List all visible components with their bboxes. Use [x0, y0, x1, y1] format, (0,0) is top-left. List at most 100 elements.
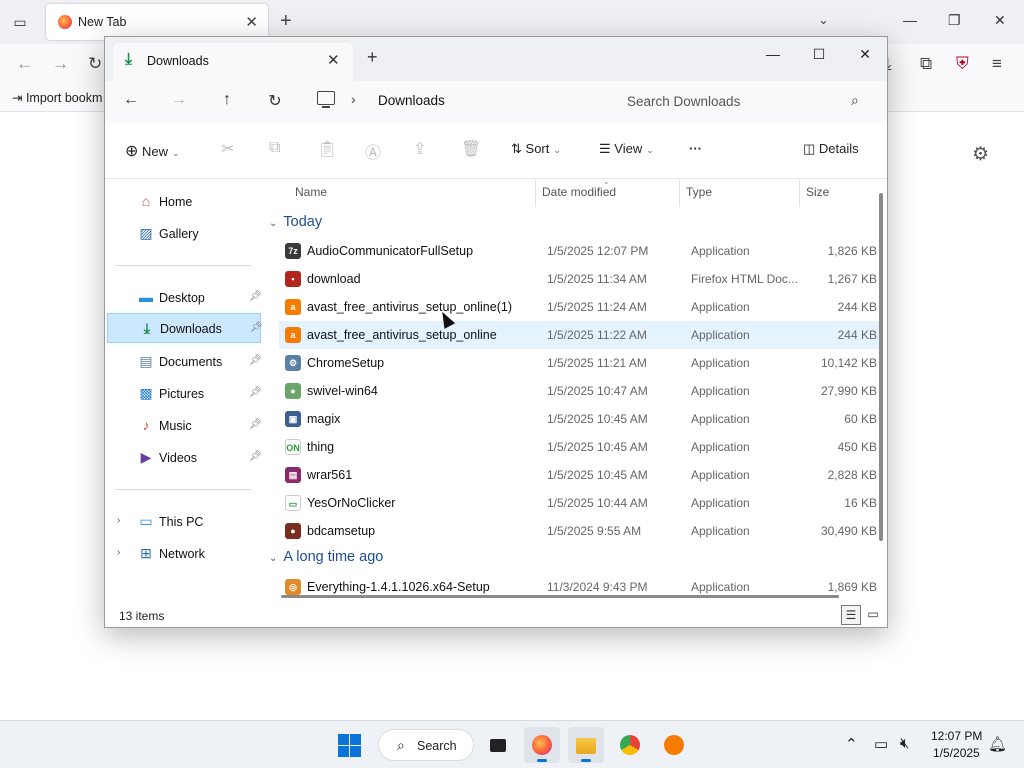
task-view-button[interactable] — [480, 727, 516, 763]
minimize-button[interactable]: — — [903, 12, 917, 28]
volume-muted-icon[interactable]: 🔇︎ — [900, 735, 909, 752]
taskbar-chrome[interactable] — [612, 727, 648, 763]
pin-icon[interactable]: 📌︎ — [249, 387, 262, 398]
nav-item-music[interactable]: ♪ Music 📌︎ — [107, 411, 262, 441]
chevron-down-icon[interactable]: ⌄ — [818, 12, 829, 28]
file-row[interactable]: ▣ magix 1/5/2025 10:45 AM Application 60 KB — [279, 405, 879, 433]
copy-icon[interactable]: ⧉ — [269, 139, 280, 157]
file-row[interactable]: a avast_free_antivirus_setup_online(1) 1/5… — [279, 293, 879, 321]
paste-icon[interactable]: 📋︎ — [317, 139, 337, 159]
import-bookmarks-link[interactable]: ⇥ Import bookm — [12, 90, 102, 105]
pin-icon[interactable]: 📌︎ — [250, 322, 263, 333]
new-tab-button[interactable]: + — [280, 10, 292, 33]
minimize-button[interactable]: — — [753, 41, 793, 67]
column-separator[interactable] — [799, 179, 800, 207]
search-input[interactable]: Search Downloads ⌕ — [613, 85, 879, 117]
nav-item-this-pc[interactable]: › ▭ This PC — [107, 507, 261, 537]
column-separator[interactable] — [535, 179, 536, 207]
gear-icon[interactable]: ⚙ — [972, 143, 989, 166]
tab-list-icon[interactable]: ▭ — [10, 12, 30, 32]
nav-item-desktop[interactable]: ▬ Desktop 📌︎ — [107, 283, 262, 313]
close-window-button[interactable]: ✕ — [845, 41, 885, 67]
nav-item-downloads[interactable]: ⤓ Downloads 📌︎ — [107, 313, 263, 343]
pc-icon[interactable] — [317, 91, 335, 108]
back-icon[interactable]: ← — [16, 54, 33, 74]
network-icon[interactable]: ▭ — [874, 735, 888, 753]
file-type: Application — [691, 496, 750, 510]
close-window-button[interactable]: ✕ — [994, 12, 1006, 29]
group-header-long-ago[interactable]: ⌄ A long time ago — [269, 549, 383, 565]
delete-icon[interactable]: 🗑︎ — [461, 139, 481, 159]
chevron-right-icon[interactable]: › — [117, 515, 120, 526]
details-view-icon[interactable]: ☰ — [841, 605, 861, 625]
cut-icon[interactable]: ✂ — [221, 139, 234, 159]
column-header-size[interactable]: Size — [806, 185, 829, 199]
nav-item-gallery[interactable]: ▨ Gallery — [107, 219, 261, 249]
pin-icon[interactable]: 📌︎ — [249, 291, 262, 302]
nav-item-home[interactable]: ⌂ Home — [107, 187, 261, 217]
notification-bell-icon[interactable]: 🔔︎ — [988, 735, 1007, 753]
clock-date[interactable]: 1/5/2025 — [933, 746, 980, 760]
view-button[interactable]: ☰ View ⌄ — [599, 141, 654, 157]
nav-item-documents[interactable]: ▤ Documents 📌︎ — [107, 347, 261, 377]
forward-icon[interactable]: → — [167, 91, 191, 109]
details-button[interactable]: ◫ Details — [803, 141, 859, 157]
extensions-icon[interactable]: ⧉ — [920, 54, 932, 74]
file-row[interactable]: ▪ download 1/5/2025 11:34 AM Firefox HTML D… — [279, 265, 879, 293]
column-header-name[interactable]: Name — [295, 185, 327, 199]
sort-button[interactable]: ⇅ Sort ⌄ — [511, 141, 561, 157]
taskbar-file-explorer[interactable] — [568, 727, 604, 763]
chevron-right-icon[interactable]: › — [117, 547, 120, 558]
rename-icon[interactable]: Ⓐ — [365, 139, 381, 163]
restore-button[interactable]: ❐ — [948, 12, 961, 29]
group-header-today[interactable]: ⌄ Today — [269, 214, 322, 230]
new-button[interactable]: ⊕ New ⌄ — [125, 141, 180, 161]
start-button[interactable] — [338, 734, 361, 757]
file-date: 1/5/2025 11:34 AM — [547, 272, 647, 286]
nav-item-videos[interactable]: ▶ Videos 📌︎ — [107, 443, 262, 473]
nav-item-network[interactable]: › ⊞ Network — [107, 539, 261, 569]
vertical-scrollbar[interactable] — [879, 193, 883, 541]
ublock-icon[interactable]: ⛨ — [956, 54, 969, 74]
chevron-up-icon[interactable]: ⌃ — [845, 735, 858, 753]
maximize-button[interactable]: ☐ — [799, 41, 839, 67]
file-row[interactable]: ⚙ ChromeSetup 1/5/2025 11:21 AM Application… — [279, 349, 879, 377]
column-header-date[interactable]: Date modified — [542, 185, 616, 199]
file-row[interactable]: ▭ YesOrNoClicker 1/5/2025 10:44 AM Applicat… — [279, 489, 879, 517]
search-icon[interactable]: ⌕ — [851, 92, 859, 109]
large-icons-view-icon[interactable]: ▭ — [863, 605, 883, 625]
share-icon[interactable]: ⇪ — [413, 139, 426, 159]
file-row[interactable]: ON thing 1/5/2025 10:45 AM Application 450 K… — [279, 433, 879, 461]
close-tab-icon[interactable]: ✕ — [245, 13, 258, 31]
breadcrumb[interactable]: Downloads — [378, 93, 445, 108]
taskbar-avast[interactable] — [656, 727, 692, 763]
reload-icon[interactable]: ↻ — [88, 54, 102, 74]
new-tab-button[interactable]: + — [367, 47, 378, 68]
pin-icon[interactable]: 📌︎ — [249, 451, 262, 462]
file-row[interactable]: 7z AudioCommunicatorFullSetup 1/5/2025 12:… — [279, 237, 879, 265]
file-row[interactable]: a avast_free_antivirus_setup_online 1/5/20… — [279, 321, 879, 349]
file-row[interactable]: ● bdcamsetup 1/5/2025 9:55 AM Application 30… — [279, 517, 879, 545]
column-separator[interactable] — [679, 179, 680, 207]
chevron-right-icon[interactable]: › — [351, 91, 356, 107]
horizontal-scrollbar[interactable] — [281, 595, 839, 598]
file-row[interactable]: ● swivel-win64 1/5/2025 10:47 AM Applicatio… — [279, 377, 879, 405]
column-header-type[interactable]: Type — [686, 185, 712, 199]
pin-icon[interactable]: 📌︎ — [249, 355, 262, 366]
menu-icon[interactable]: ≡ — [992, 54, 1002, 74]
firefox-tab-new-tab[interactable]: New Tab ✕ — [46, 4, 268, 40]
back-icon[interactable]: ← — [119, 91, 143, 109]
taskbar-firefox[interactable] — [524, 727, 560, 763]
more-options-button[interactable]: ··· — [689, 141, 702, 156]
explorer-tab-downloads[interactable]: ⤓ Downloads ✕ — [113, 43, 353, 81]
taskbar-search[interactable]: ⌕ Search — [378, 729, 474, 761]
clock-time[interactable]: 12:07 PM — [931, 729, 982, 743]
refresh-icon[interactable]: ↻ — [263, 91, 287, 111]
close-tab-icon[interactable]: ✕ — [327, 51, 340, 69]
window-app-icon: ▣ — [285, 411, 301, 427]
up-icon[interactable]: ↑ — [215, 91, 239, 109]
forward-icon[interactable]: → — [52, 54, 69, 74]
nav-item-pictures[interactable]: ▩ Pictures 📌︎ — [107, 379, 261, 409]
file-row[interactable]: ▤ wrar561 1/5/2025 10:45 AM Application 2,82… — [279, 461, 879, 489]
pin-icon[interactable]: 📌︎ — [249, 419, 262, 430]
